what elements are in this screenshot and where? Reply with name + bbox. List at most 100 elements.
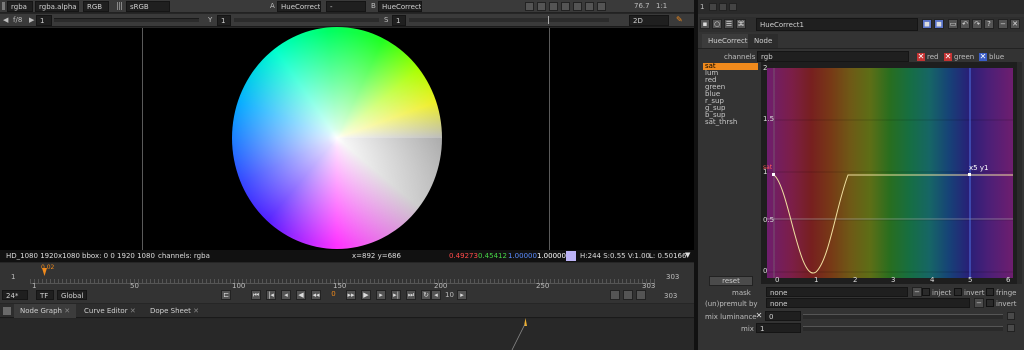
input-a-select[interactable]: HueCorrect1 <box>277 1 321 12</box>
tab-dope-sheet[interactable]: Dope Sheet ✕ <box>144 304 205 318</box>
compare-select[interactable]: - <box>326 1 366 12</box>
step-forward-icon[interactable]: ▸ <box>457 290 467 300</box>
first-frame-icon[interactable]: ⏮ <box>251 290 261 300</box>
s-field[interactable]: 1 <box>392 15 406 26</box>
node-graph-area[interactable] <box>0 319 694 350</box>
next-step-icon[interactable]: ▸▸ <box>346 290 356 300</box>
premult-select[interactable]: none <box>766 298 970 308</box>
mix-luminance-field[interactable]: 0 <box>765 311 801 321</box>
fps-select[interactable]: 24* <box>2 290 28 300</box>
paint-brush-icon[interactable]: ✎ <box>676 16 684 24</box>
y-field[interactable]: 1 <box>217 15 231 26</box>
red-channel-checkbox[interactable]: ✕ <box>917 53 925 61</box>
curve-point-start[interactable] <box>772 173 775 176</box>
lut-select[interactable]: sRGB <box>126 1 170 12</box>
input-b-select[interactable]: HueCorrect1 <box>378 1 422 12</box>
status-menu-icon[interactable]: ▼ <box>685 251 690 259</box>
graph-scrollbar[interactable] <box>1017 62 1022 284</box>
timeline-end-frame-2[interactable]: 303 <box>664 292 677 300</box>
wrench-icon[interactable] <box>709 3 717 11</box>
mix-slider[interactable] <box>803 326 1003 331</box>
node-color-icon[interactable]: ◼ <box>922 19 932 29</box>
ratio-value[interactable]: 1:1 <box>656 2 667 10</box>
layer-select[interactable]: rgba <box>7 1 33 12</box>
close-icon[interactable]: ✕ <box>64 307 70 315</box>
float-panel-icon[interactable]: ▭ <box>948 19 958 29</box>
node-color2-icon[interactable]: ◼ <box>934 19 944 29</box>
premult-invert-checkbox[interactable] <box>986 299 994 307</box>
timeline-start-frame[interactable]: 1 <box>11 273 15 281</box>
premult-menu-button[interactable]: − <box>974 298 984 308</box>
channels-select[interactable]: rgb <box>757 51 909 62</box>
inject-checkbox[interactable] <box>922 288 930 296</box>
tab-huecorrect[interactable]: HueCorrect <box>702 34 754 48</box>
blue-channel-checkbox[interactable]: ✕ <box>979 53 987 61</box>
reset-button[interactable]: reset <box>709 276 753 286</box>
node-help-icon[interactable]: ○ <box>712 19 722 29</box>
clip-warning-icon[interactable] <box>537 2 546 11</box>
mask-select[interactable]: none <box>766 287 908 297</box>
frame-prev-icon[interactable]: ▶ <box>29 16 34 24</box>
hue-curve-graph[interactable]: 2 1.5 1 0.5 0 0 1 2 3 4 5 6 sat x5 y1 <box>761 62 1017 284</box>
mask-menu-button[interactable]: − <box>912 287 922 297</box>
invert-checkbox[interactable] <box>954 288 962 296</box>
pause-icon[interactable] <box>585 2 594 11</box>
in-out-icon[interactable]: ⊏ <box>221 290 231 300</box>
tab-node[interactable]: Node <box>748 34 779 48</box>
close-icon[interactable]: ✕ <box>193 307 199 315</box>
stop-icon[interactable] <box>636 290 646 300</box>
edit-icon[interactable] <box>729 3 737 11</box>
next-key-icon[interactable]: ▸| <box>391 290 401 300</box>
mix-luminance-slider[interactable] <box>803 314 1003 319</box>
frame-field[interactable]: 0 <box>326 290 341 298</box>
gain-slider[interactable] <box>54 18 199 22</box>
undo-icon[interactable]: ↶ <box>960 19 970 29</box>
node-settings-icon[interactable]: ▪ <box>700 19 710 29</box>
monitor-icon[interactable] <box>525 2 534 11</box>
colorspace-select[interactable]: RGB <box>83 1 109 12</box>
node-bookmark-icon[interactable]: ☰ <box>724 19 734 29</box>
fringe-checkbox[interactable] <box>986 288 994 296</box>
view-mode-select[interactable]: 2D <box>629 15 669 26</box>
curve-item-sat-thrsh[interactable]: sat_thrsh <box>703 119 758 126</box>
tab-curve-editor[interactable]: Curve Editor ✕ <box>78 304 142 318</box>
green-channel-checkbox[interactable]: ✕ <box>944 53 952 61</box>
reset-icon[interactable]: ? <box>984 19 994 29</box>
tab-node-graph[interactable]: Node Graph ✕ <box>14 304 77 318</box>
close-icon[interactable]: ✕ <box>130 307 136 315</box>
prev-key-icon[interactable]: |◂ <box>266 290 276 300</box>
mix-luminance-checkbox[interactable]: ✕ <box>755 312 763 320</box>
tf-select[interactable]: TF <box>36 290 54 300</box>
zoom-value[interactable]: 76.7 <box>634 2 650 10</box>
node-link-icon[interactable]: ⌘ <box>736 19 746 29</box>
step-value[interactable]: 10 <box>445 291 454 299</box>
scope-select[interactable]: Global <box>57 290 87 300</box>
close-panel-icon[interactable]: ✕ <box>1010 19 1020 29</box>
sat-curve[interactable] <box>773 174 1013 274</box>
record-icon[interactable] <box>623 290 633 300</box>
step-back-icon[interactable]: ◂ <box>431 290 441 300</box>
fstop-prev-icon[interactable]: ◀ <box>3 16 8 24</box>
fstop-value[interactable]: f/8 <box>13 16 22 24</box>
lock-icon[interactable] <box>597 2 606 11</box>
minimize-icon[interactable]: − <box>998 19 1008 29</box>
prev-frame-icon[interactable]: ◂ <box>281 290 291 300</box>
pane-menu-icon[interactable] <box>3 307 11 315</box>
gamma-slider[interactable] <box>234 18 379 22</box>
loop-icon[interactable]: ↻ <box>421 290 431 300</box>
proxy-icon[interactable] <box>561 2 570 11</box>
next-frame-icon[interactable]: ▸ <box>376 290 386 300</box>
last-frame-icon[interactable]: ⏭ <box>406 290 416 300</box>
roi-icon[interactable] <box>549 2 558 11</box>
flipbook-icon[interactable] <box>610 290 620 300</box>
alpha-select[interactable]: rgba.alpha <box>35 1 79 12</box>
refresh-icon[interactable] <box>573 2 582 11</box>
node-name-field[interactable]: HueCorrect1 <box>756 18 918 31</box>
timeline-end-frame[interactable]: 303 <box>666 273 679 281</box>
mix-anim-icon[interactable] <box>1007 324 1015 332</box>
curve-point-selected[interactable] <box>968 173 971 176</box>
play-back-icon[interactable]: ◀ <box>296 290 306 300</box>
prev-step-icon[interactable]: ◂◂ <box>311 290 321 300</box>
trash-icon[interactable] <box>719 3 727 11</box>
mix-field[interactable]: 1 <box>756 323 801 333</box>
